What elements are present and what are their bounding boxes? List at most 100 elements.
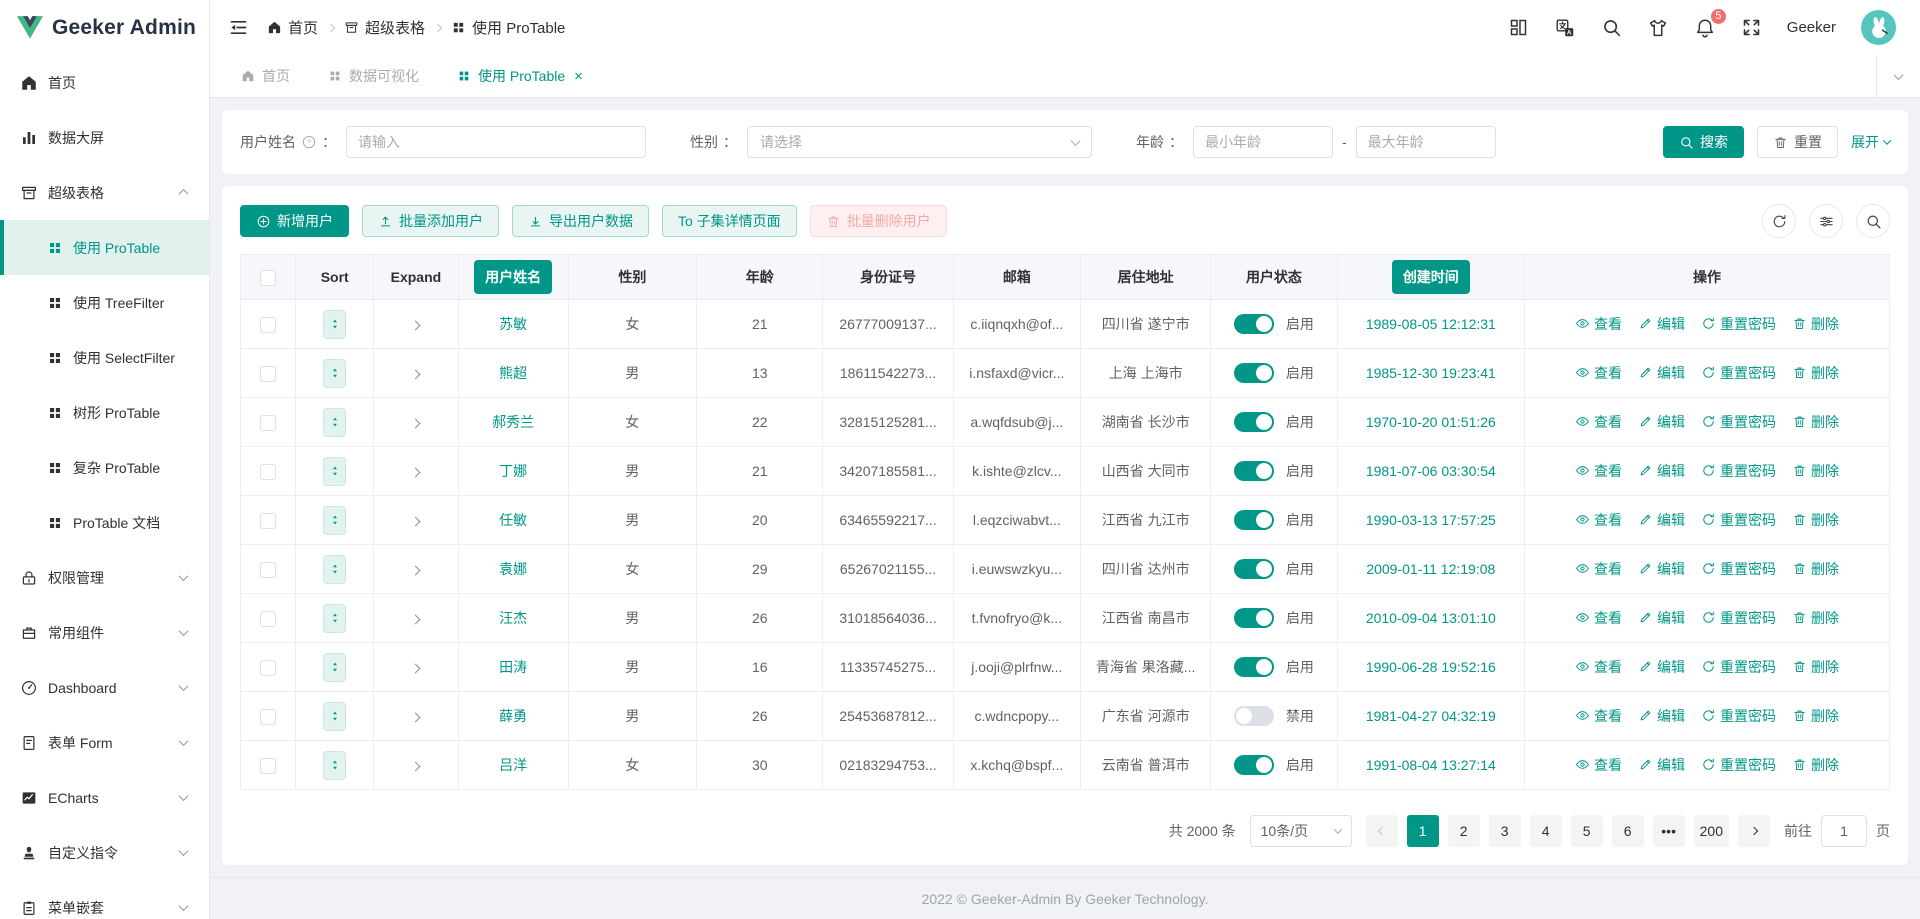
action-delete[interactable]: 删除	[1792, 412, 1839, 432]
status-toggle[interactable]	[1234, 363, 1274, 383]
sidebar-subitem[interactable]: 使用 SelectFilter	[0, 330, 209, 385]
sidebar-item-menu[interactable]: 菜单嵌套	[0, 880, 209, 919]
translate-icon[interactable]	[1554, 17, 1576, 39]
refresh-table-icon[interactable]	[1762, 204, 1796, 238]
action-view[interactable]: 查看	[1575, 510, 1622, 530]
row-sort-handle[interactable]	[323, 701, 347, 731]
pager-page-button[interactable]: 5	[1570, 815, 1603, 847]
sidebar-item-echarts[interactable]: ECharts	[0, 770, 209, 825]
action-delete[interactable]: 删除	[1792, 706, 1839, 726]
breadcrumb-item-home[interactable]: 首页	[267, 17, 318, 38]
tabs-more-button[interactable]	[1876, 55, 1920, 97]
action-view[interactable]: 查看	[1575, 412, 1622, 432]
age-min-input[interactable]	[1193, 126, 1333, 158]
pager-page-button[interactable]: 4	[1529, 815, 1562, 847]
expand-filters-link[interactable]: 展开	[1851, 132, 1892, 152]
tab[interactable]: 数据可视化	[309, 55, 438, 97]
status-toggle[interactable]	[1234, 755, 1274, 775]
pager-page-button[interactable]: 1	[1406, 815, 1439, 847]
row-checkbox[interactable]	[260, 414, 277, 431]
action-delete[interactable]: 删除	[1792, 657, 1839, 677]
sidebar-item-home[interactable]: 首页	[0, 55, 209, 110]
row-checkbox[interactable]	[260, 610, 277, 627]
row-expand-icon[interactable]	[410, 320, 421, 331]
toolbar-button[interactable]: 导出用户数据	[512, 205, 649, 237]
action-delete[interactable]: 删除	[1792, 608, 1839, 628]
status-toggle[interactable]	[1234, 706, 1274, 726]
select-all-checkbox[interactable]	[260, 269, 277, 286]
action-reset-password[interactable]: 重置密码	[1701, 461, 1776, 481]
toggle-search-icon[interactable]	[1856, 204, 1890, 238]
sidebar-item-form[interactable]: 表单 Form	[0, 715, 209, 770]
cell-username[interactable]: 袁娜	[457, 544, 569, 594]
row-sort-handle[interactable]	[323, 456, 347, 486]
sidebar-subitem[interactable]: 树形 ProTable	[0, 385, 209, 440]
action-reset-password[interactable]: 重置密码	[1701, 314, 1776, 334]
action-view[interactable]: 查看	[1575, 755, 1622, 775]
row-checkbox[interactable]	[260, 512, 277, 529]
sidebar-subitem[interactable]: ProTable 文档	[0, 495, 209, 550]
cell-username[interactable]: 薛勇	[457, 691, 569, 741]
notifications-bell-icon[interactable]: 5	[1694, 7, 1727, 39]
sidebar-item-dashboard[interactable]: Dashboard	[0, 660, 209, 715]
gender-select[interactable]: 请选择	[747, 126, 1092, 158]
action-reset-password[interactable]: 重置密码	[1701, 706, 1776, 726]
action-edit[interactable]: 编辑	[1638, 608, 1685, 628]
row-checkbox[interactable]	[260, 561, 277, 578]
theme-icon[interactable]	[1647, 17, 1669, 39]
row-expand-icon[interactable]	[410, 369, 421, 380]
fullscreen-icon[interactable]	[1741, 17, 1762, 38]
row-sort-handle[interactable]	[323, 505, 347, 535]
action-reset-password[interactable]: 重置密码	[1701, 608, 1776, 628]
row-expand-icon[interactable]	[410, 565, 421, 576]
age-max-input[interactable]	[1355, 126, 1496, 158]
help-question-icon[interactable]	[301, 134, 317, 150]
toolbar-button[interactable]: To 子集详情页面	[662, 205, 797, 237]
action-reset-password[interactable]: 重置密码	[1701, 412, 1776, 432]
cell-username[interactable]: 任敏	[457, 495, 569, 545]
tab-close-icon[interactable]	[574, 69, 583, 84]
toolbar-button[interactable]: 新增用户	[240, 205, 349, 237]
username-input[interactable]	[346, 126, 646, 158]
pager-more-button[interactable]: •••	[1652, 815, 1685, 847]
action-edit[interactable]: 编辑	[1638, 461, 1685, 481]
cell-username[interactable]: 郝秀兰	[457, 397, 569, 447]
sidebar-item-auth[interactable]: 权限管理	[0, 550, 209, 605]
action-reset-password[interactable]: 重置密码	[1701, 657, 1776, 677]
pager-next-button[interactable]	[1738, 815, 1770, 847]
toolbar-button[interactable]: 批量添加用户	[362, 205, 499, 237]
pager-prev-button[interactable]	[1365, 815, 1398, 847]
sidebar-subitem[interactable]: 使用 ProTable	[0, 220, 209, 275]
action-delete[interactable]: 删除	[1792, 314, 1839, 334]
action-view[interactable]: 查看	[1575, 461, 1622, 481]
avatar[interactable]	[1861, 10, 1896, 45]
row-checkbox[interactable]	[260, 659, 277, 676]
status-toggle[interactable]	[1234, 461, 1274, 481]
action-delete[interactable]: 删除	[1792, 755, 1839, 775]
row-sort-handle[interactable]	[323, 652, 347, 682]
action-edit[interactable]: 编辑	[1638, 314, 1685, 334]
page-size-select[interactable]: 10条/页	[1249, 815, 1352, 847]
sidebar-subitem[interactable]: 使用 TreeFilter	[0, 275, 209, 330]
pager-page-button[interactable]: 6	[1611, 815, 1644, 847]
row-sort-handle[interactable]	[323, 358, 347, 388]
action-edit[interactable]: 编辑	[1638, 510, 1685, 530]
row-expand-icon[interactable]	[410, 516, 421, 527]
menu-collapse-icon[interactable]	[228, 17, 249, 38]
sidebar-item-assembly[interactable]: 常用组件	[0, 605, 209, 660]
action-reset-password[interactable]: 重置密码	[1701, 559, 1776, 579]
sidebar-item-proTable[interactable]: 超级表格	[0, 165, 209, 220]
action-view[interactable]: 查看	[1575, 363, 1622, 383]
action-delete[interactable]: 删除	[1792, 559, 1839, 579]
action-edit[interactable]: 编辑	[1638, 363, 1685, 383]
row-expand-icon[interactable]	[410, 614, 421, 625]
cell-username[interactable]: 丁娜	[457, 446, 569, 496]
row-expand-icon[interactable]	[410, 467, 421, 478]
app-logo[interactable]: Geeker Admin	[0, 0, 209, 55]
column-settings-icon[interactable]	[1809, 204, 1843, 238]
toolbar-button[interactable]: 批量删除用户	[809, 205, 947, 237]
action-reset-password[interactable]: 重置密码	[1701, 510, 1776, 530]
cell-username[interactable]: 田涛	[457, 642, 569, 692]
pager-page-button[interactable]: 3	[1488, 815, 1521, 847]
action-edit[interactable]: 编辑	[1638, 755, 1685, 775]
